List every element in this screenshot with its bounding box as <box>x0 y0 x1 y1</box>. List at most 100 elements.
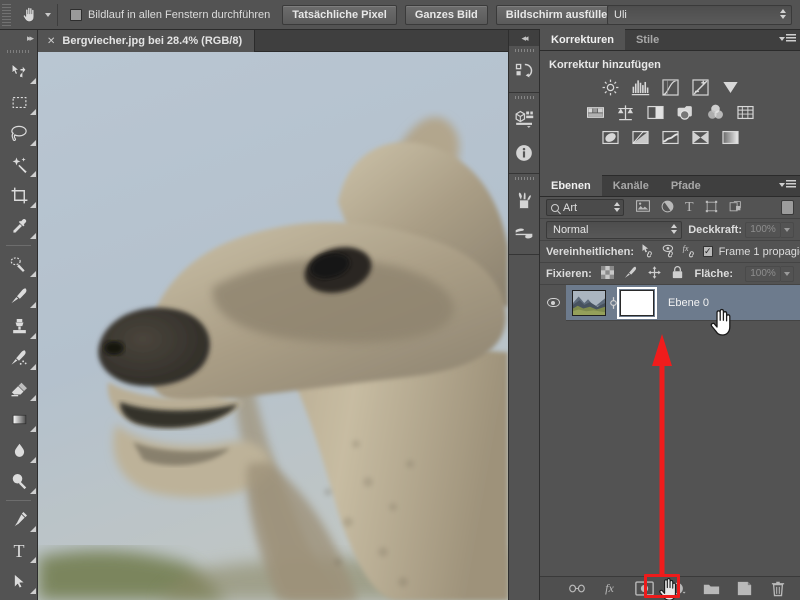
fill-screen-button[interactable]: Bildschirm ausfüllen <box>496 5 624 25</box>
lock-position-icon[interactable] <box>647 265 662 283</box>
lasso-tool[interactable] <box>0 118 38 149</box>
brush-panel-icon[interactable] <box>509 183 539 217</box>
levels-icon[interactable] <box>630 78 651 97</box>
tools-collapse-button[interactable]: ▸▸ <box>0 30 37 46</box>
hue-saturation-icon[interactable] <box>585 103 606 122</box>
crop-tool[interactable] <box>0 180 38 211</box>
lasso-tool-flyout-icon[interactable] <box>30 140 36 146</box>
quick-selection-flyout-icon[interactable] <box>30 171 36 177</box>
canvas-area[interactable] <box>38 52 508 600</box>
pen-tool-flyout-icon[interactable] <box>30 526 36 532</box>
tool-preset-picker[interactable] <box>17 3 51 27</box>
clone-stamp-tool[interactable] <box>0 311 38 342</box>
photo-filter-icon[interactable] <box>675 103 696 122</box>
move-tool-flyout-icon[interactable] <box>30 78 36 84</box>
opacity-value[interactable]: 100% <box>745 222 781 238</box>
layer-mask-link-icon[interactable] <box>606 296 620 310</box>
tab-ebenen[interactable]: Ebenen <box>540 175 602 196</box>
opacity-slider-caret-icon[interactable] <box>781 222 794 238</box>
new-group-folder-icon[interactable] <box>703 580 720 597</box>
dock-collapse-button[interactable]: ◂◂ <box>509 30 539 46</box>
history-panel-icon[interactable] <box>509 55 539 89</box>
scroll-all-windows-option[interactable]: Bildlauf in allen Fenstern durchführen <box>70 9 270 21</box>
invert-icon[interactable] <box>600 128 621 147</box>
blur-tool[interactable] <box>0 435 38 466</box>
3d-panel-icon[interactable] <box>509 102 539 136</box>
eyedropper-tool[interactable] <box>0 211 38 242</box>
crop-tool-flyout-icon[interactable] <box>30 202 36 208</box>
unify-position-icon[interactable] <box>640 243 655 261</box>
layer-mask-thumbnail[interactable] <box>620 290 654 316</box>
workspace-spinner-icon[interactable] <box>780 9 786 19</box>
brush-presets-panel-icon[interactable] <box>509 217 539 251</box>
lock-image-pixels-icon[interactable] <box>623 265 638 283</box>
layer-thumbnail[interactable] <box>572 290 606 316</box>
pen-tool[interactable] <box>0 504 38 535</box>
dock-group-grip[interactable] <box>509 46 539 55</box>
tab-pfade[interactable]: Pfade <box>660 175 712 196</box>
tab-kanaele[interactable]: Kanäle <box>602 175 660 196</box>
options-bar-grip[interactable] <box>2 3 11 27</box>
fill-slider-caret-icon[interactable] <box>781 266 794 282</box>
unify-style-icon[interactable]: fx <box>682 243 697 261</box>
type-tool-flyout-icon[interactable] <box>30 557 36 563</box>
layer-visibility-toggle[interactable] <box>540 285 566 321</box>
layers-panel-menu-button[interactable] <box>779 180 796 189</box>
delete-layer-trash-icon[interactable] <box>769 580 786 597</box>
tool-preset-caret-icon[interactable] <box>45 13 51 17</box>
brightness-contrast-icon[interactable] <box>600 78 621 97</box>
filter-toggle-switch[interactable] <box>781 200 794 215</box>
layers-list[interactable]: Ebene 0 <box>540 285 800 528</box>
blend-mode-select[interactable]: Normal <box>546 221 682 239</box>
eraser-tool-flyout-icon[interactable] <box>30 395 36 401</box>
blur-tool-flyout-icon[interactable] <box>30 457 36 463</box>
scroll-all-windows-checkbox[interactable] <box>70 9 82 21</box>
dodge-tool-flyout-icon[interactable] <box>30 488 36 494</box>
fit-on-screen-button[interactable]: Ganzes Bild <box>405 5 488 25</box>
brush-tool[interactable] <box>0 280 38 311</box>
workspace-selector[interactable]: Uli <box>607 5 792 25</box>
pixel-layer-filter-icon[interactable] <box>636 200 650 215</box>
adjustments-panel-menu-button[interactable] <box>779 34 796 43</box>
smart-object-filter-icon[interactable] <box>729 200 742 216</box>
add-layer-mask-icon[interactable] <box>634 580 654 598</box>
type-layer-filter-icon[interactable]: T <box>685 201 694 215</box>
dock-group-grip-3[interactable] <box>509 174 539 183</box>
gradient-tool[interactable] <box>0 404 38 435</box>
history-brush-tool[interactable] <box>0 342 38 373</box>
link-layers-icon[interactable] <box>568 580 585 597</box>
eraser-tool[interactable] <box>0 373 38 404</box>
layer-name[interactable]: Ebene 0 <box>668 297 709 309</box>
spot-healing-brush-tool[interactable] <box>0 249 38 280</box>
curves-icon[interactable] <box>660 78 681 97</box>
gradient-tool-flyout-icon[interactable] <box>30 426 36 432</box>
black-and-white-icon[interactable] <box>645 103 666 122</box>
tab-stile[interactable]: Stile <box>625 29 670 50</box>
path-selection-flyout-icon[interactable] <box>30 588 36 594</box>
eyedropper-flyout-icon[interactable] <box>30 233 36 239</box>
posterize-icon[interactable] <box>630 128 651 147</box>
adjustment-layer-filter-icon[interactable] <box>661 200 674 216</box>
path-selection-tool[interactable] <box>0 566 38 597</box>
marquee-tool-flyout-icon[interactable] <box>30 109 36 115</box>
layer-filter-spinner-icon[interactable] <box>614 202 620 212</box>
new-adjustment-layer-icon[interactable] <box>670 580 687 597</box>
layer-filter-select[interactable]: Art <box>546 199 624 216</box>
channel-mixer-icon[interactable] <box>705 103 726 122</box>
history-brush-flyout-icon[interactable] <box>30 364 36 370</box>
quick-selection-tool[interactable] <box>0 149 38 180</box>
lock-all-icon[interactable] <box>671 265 684 283</box>
rectangular-marquee-tool[interactable] <box>0 87 38 118</box>
healing-brush-flyout-icon[interactable] <box>30 271 36 277</box>
color-balance-icon[interactable] <box>615 103 636 122</box>
document-tab[interactable]: ✕ Bergviecher.jpg bei 28.4% (RGB/8) <box>38 30 255 52</box>
unify-visibility-icon[interactable] <box>661 243 676 261</box>
threshold-icon[interactable] <box>660 128 681 147</box>
info-panel-icon[interactable] <box>509 136 539 170</box>
selective-color-icon[interactable] <box>690 128 711 147</box>
clone-stamp-flyout-icon[interactable] <box>30 333 36 339</box>
table-row[interactable]: Ebene 0 <box>540 285 800 321</box>
color-lookup-icon[interactable] <box>735 103 756 122</box>
vibrance-icon[interactable] <box>720 78 741 97</box>
exposure-icon[interactable] <box>690 78 711 97</box>
